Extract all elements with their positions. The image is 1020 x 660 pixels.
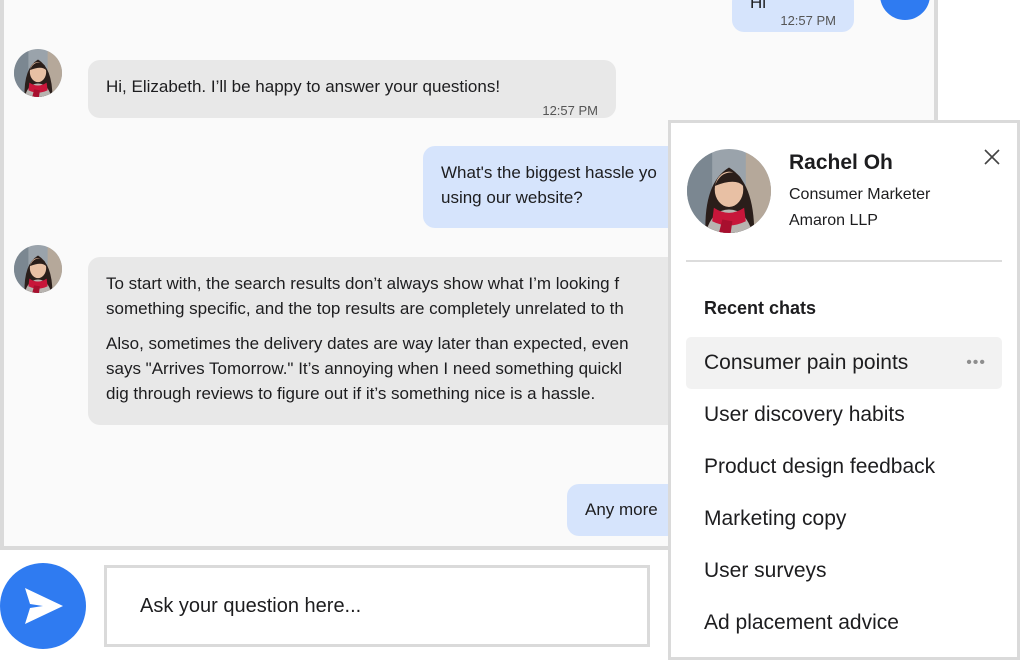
message-text: Any more	[585, 500, 658, 519]
message-bot-greeting: Hi, Elizabeth. I’ll be happy to answer y…	[88, 60, 616, 118]
profile-role: Consumer Marketer	[789, 186, 931, 203]
divider	[686, 260, 1002, 262]
recent-chat-label: Ad placement advice	[704, 611, 899, 634]
recent-chat-label: User discovery habits	[704, 403, 905, 426]
message-text: Hi, Elizabeth. I’ll be happy to answer y…	[106, 77, 501, 96]
send-button[interactable]	[0, 563, 86, 649]
question-input-placeholder: Ask your question here...	[140, 594, 362, 617]
recent-chat-label: Consumer pain points	[704, 351, 909, 374]
message-time: 12:57 PM	[780, 13, 836, 28]
message-line: something specific, and the top results …	[106, 299, 624, 318]
message-text: Hi	[750, 0, 767, 12]
close-button[interactable]	[982, 147, 1002, 167]
close-icon	[984, 149, 1000, 165]
question-input[interactable]: Ask your question here...	[104, 565, 650, 647]
avatar-photo	[14, 49, 62, 97]
profile-company: Amaron LLP	[789, 212, 878, 229]
message-time: 12:57 PM	[542, 103, 598, 118]
message-paragraph: Also, sometimes the delivery dates are w…	[106, 331, 728, 406]
recent-chat-item[interactable]: User surveys	[686, 545, 1002, 597]
message-user-hi: Hi 12:57 PM	[732, 0, 854, 32]
bot-avatar	[14, 49, 62, 97]
recent-chat-label: Marketing copy	[704, 507, 847, 530]
recent-chat-item[interactable]: User discovery habits	[686, 389, 1002, 441]
recent-chat-label: Product design feedback	[704, 455, 936, 478]
recent-chat-item[interactable]: Consumer pain points •••	[686, 337, 1002, 389]
recent-chats-list: Consumer pain points ••• User discovery …	[686, 337, 1002, 649]
message-line: says "Arrives Tomorrow." It’s annoying w…	[106, 359, 623, 378]
message-bot-answer: To start with, the search results don’t …	[88, 257, 728, 425]
recent-chat-item[interactable]: Marketing copy	[686, 493, 1002, 545]
user-avatar	[880, 0, 930, 20]
bot-avatar	[14, 245, 62, 293]
profile-name: Rachel Oh	[789, 151, 893, 174]
recent-chats-title: Recent chats	[704, 298, 817, 318]
message-line: Also, sometimes the delivery dates are w…	[106, 334, 629, 353]
recent-chat-item[interactable]: Ad placement advice	[686, 597, 1002, 649]
send-icon	[25, 588, 63, 624]
profile-avatar	[687, 149, 771, 233]
recent-chat-item[interactable]: Product design feedback	[686, 441, 1002, 493]
profile-panel: Rachel Oh Consumer Marketer Amaron LLP R…	[668, 120, 1020, 660]
message-line: dig through reviews to figure out if it’…	[106, 384, 596, 403]
more-options-icon[interactable]: •••	[966, 354, 986, 372]
message-line: To start with, the search results don’t …	[106, 274, 620, 293]
message-paragraph: To start with, the search results don’t …	[106, 271, 728, 321]
avatar-photo	[14, 245, 62, 293]
avatar-photo	[687, 149, 771, 233]
recent-chat-label: User surveys	[704, 559, 827, 582]
